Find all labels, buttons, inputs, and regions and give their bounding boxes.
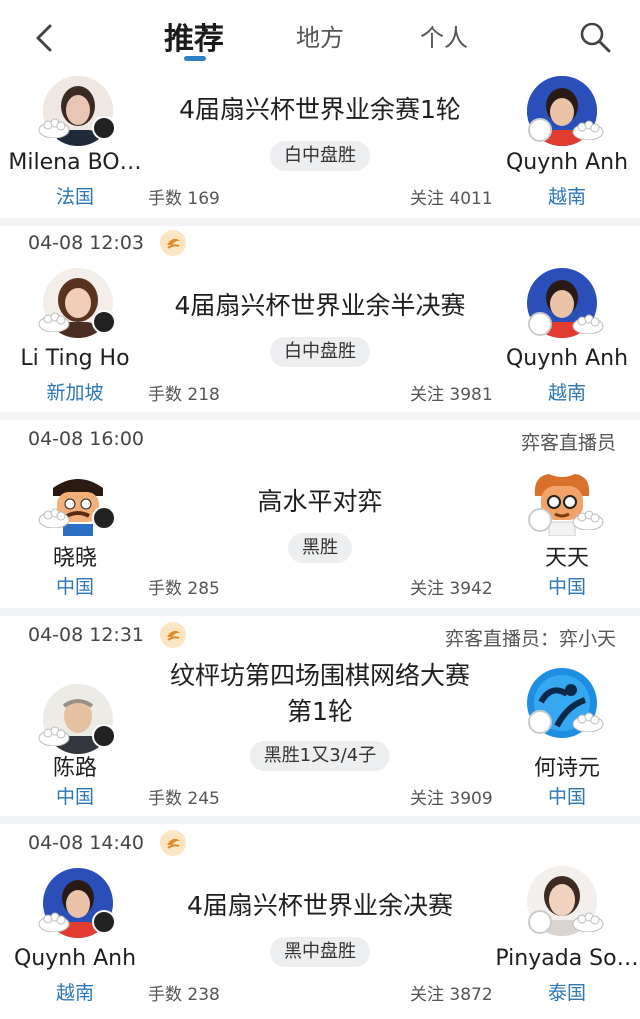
player-avatar-right xyxy=(522,268,604,348)
game-title: 4届扇兴杯世界业余决赛 xyxy=(187,891,453,920)
game-result-badge: 黑中盘胜 xyxy=(270,937,370,967)
move-count: 手数 238 xyxy=(148,985,220,1005)
follow-count: 关注 3872 xyxy=(410,985,493,1005)
stone-bowl-icon xyxy=(572,510,604,530)
player-name-right: Pinyada So… xyxy=(495,946,639,971)
player-name-right: Quynh Anh xyxy=(505,150,629,175)
divider xyxy=(0,816,640,824)
stone-bowl-icon xyxy=(38,312,70,332)
player-name-left: Milena BO… xyxy=(8,150,142,175)
follow-count: 关注 3981 xyxy=(410,385,493,405)
player-country-left: 新加坡 xyxy=(46,382,104,404)
broadcaster-label: 弈客直播员 xyxy=(520,432,616,454)
white-stone-icon xyxy=(528,312,552,336)
player-name-right: 天天 xyxy=(544,546,589,571)
white-stone-icon xyxy=(528,910,552,934)
game-card[interactable]: 04-08 14:40 Quynh Anh 越南 4届扇兴杯世界业余决赛 黑中盘… xyxy=(0,824,640,1019)
black-stone-icon xyxy=(92,310,116,334)
player-country-left: 法国 xyxy=(55,186,94,208)
live-badge-icon xyxy=(160,230,186,256)
game-date: 04-08 16:00 xyxy=(28,428,145,450)
player-country-left: 越南 xyxy=(55,982,94,1004)
game-card[interactable]: Milena BO… 法国 4届扇兴杯世界业余赛1轮 白中盘胜 Quynh An… xyxy=(0,0,640,220)
game-date: 04-08 12:31 xyxy=(28,624,145,646)
black-stone-icon xyxy=(92,910,116,934)
game-title: 4届扇兴杯世界业余赛1轮 xyxy=(179,95,461,124)
stone-bowl-icon xyxy=(38,912,70,932)
player-country-right: 越南 xyxy=(547,186,586,208)
stone-bowl-icon xyxy=(572,712,604,732)
game-result-badge: 白中盘胜 xyxy=(270,141,370,171)
stone-bowl-icon xyxy=(572,912,604,932)
move-count: 手数 169 xyxy=(148,189,220,209)
follow-count: 关注 4011 xyxy=(410,189,493,209)
white-stone-icon xyxy=(528,508,552,532)
player-name-right: Quynh Anh xyxy=(505,346,629,371)
player-avatar-right xyxy=(522,76,604,156)
live-badge-icon xyxy=(160,830,186,856)
white-stone-icon xyxy=(528,710,552,734)
player-country-left: 中国 xyxy=(55,576,94,598)
player-name-left: Quynh Anh xyxy=(13,946,137,971)
game-date: 04-08 14:40 xyxy=(28,832,145,854)
divider xyxy=(0,412,640,420)
follow-count: 关注 3942 xyxy=(410,579,493,599)
move-count: 手数 245 xyxy=(148,789,220,809)
follow-count: 关注 3909 xyxy=(410,789,493,809)
broadcaster-label: 弈客直播员：弈小天 xyxy=(444,628,616,650)
game-card[interactable]: 04-08 16:00 弈客直播员 晓晓 中国 高水平对弈 黑胜 天天 中国 手… xyxy=(0,420,640,608)
move-count: 手数 285 xyxy=(148,579,220,599)
game-date: 04-08 12:03 xyxy=(28,232,145,254)
player-avatar-left xyxy=(38,268,118,348)
game-result-badge: 黑胜 xyxy=(288,533,352,563)
player-country-right: 泰国 xyxy=(547,982,586,1004)
move-count: 手数 218 xyxy=(148,385,220,405)
player-country-right: 中国 xyxy=(547,786,586,808)
player-name-left: 陈路 xyxy=(52,756,97,781)
player-country-left: 中国 xyxy=(55,786,94,808)
black-stone-icon xyxy=(92,724,116,748)
stone-bowl-icon xyxy=(38,726,70,746)
player-name-right: 何诗元 xyxy=(533,756,600,781)
black-stone-icon xyxy=(92,506,116,530)
game-title-line-1: 纹枰坊第四场围棋网络大赛 xyxy=(169,661,470,690)
game-card[interactable]: 04-08 12:31 弈客直播员：弈小天 陈路 中国 纹枰坊第四场围棋网络大赛… xyxy=(0,616,640,816)
divider xyxy=(0,218,640,226)
live-badge-icon xyxy=(160,622,186,648)
game-title-line-2: 第1轮 xyxy=(287,697,353,726)
player-country-right: 越南 xyxy=(547,382,586,404)
player-avatar-right xyxy=(522,866,604,946)
stone-bowl-icon xyxy=(38,118,70,138)
game-title: 高水平对弈 xyxy=(257,487,383,516)
stone-bowl-icon xyxy=(572,120,604,140)
player-country-right: 中国 xyxy=(547,576,586,598)
player-avatar-right xyxy=(522,466,604,546)
game-card[interactable]: 04-08 12:03 Li Ting Ho 新加坡 4届扇兴杯世界业余半决赛 … xyxy=(0,226,640,414)
player-avatar-left xyxy=(38,868,118,948)
player-name-left: Li Ting Ho xyxy=(20,346,130,371)
white-stone-icon xyxy=(528,118,552,142)
stone-bowl-icon xyxy=(38,508,70,528)
player-avatar-left xyxy=(38,76,118,156)
stone-bowl-icon xyxy=(572,314,604,334)
player-avatar-right xyxy=(522,668,604,748)
game-result-badge: 白中盘胜 xyxy=(270,337,370,367)
black-stone-icon xyxy=(92,116,116,140)
player-avatar-left xyxy=(38,466,118,546)
divider xyxy=(0,608,640,616)
game-result-badge: 黑胜1又3/4子 xyxy=(249,741,391,771)
game-title: 4届扇兴杯世界业余半决赛 xyxy=(174,291,466,320)
player-name-left: 晓晓 xyxy=(52,546,97,571)
